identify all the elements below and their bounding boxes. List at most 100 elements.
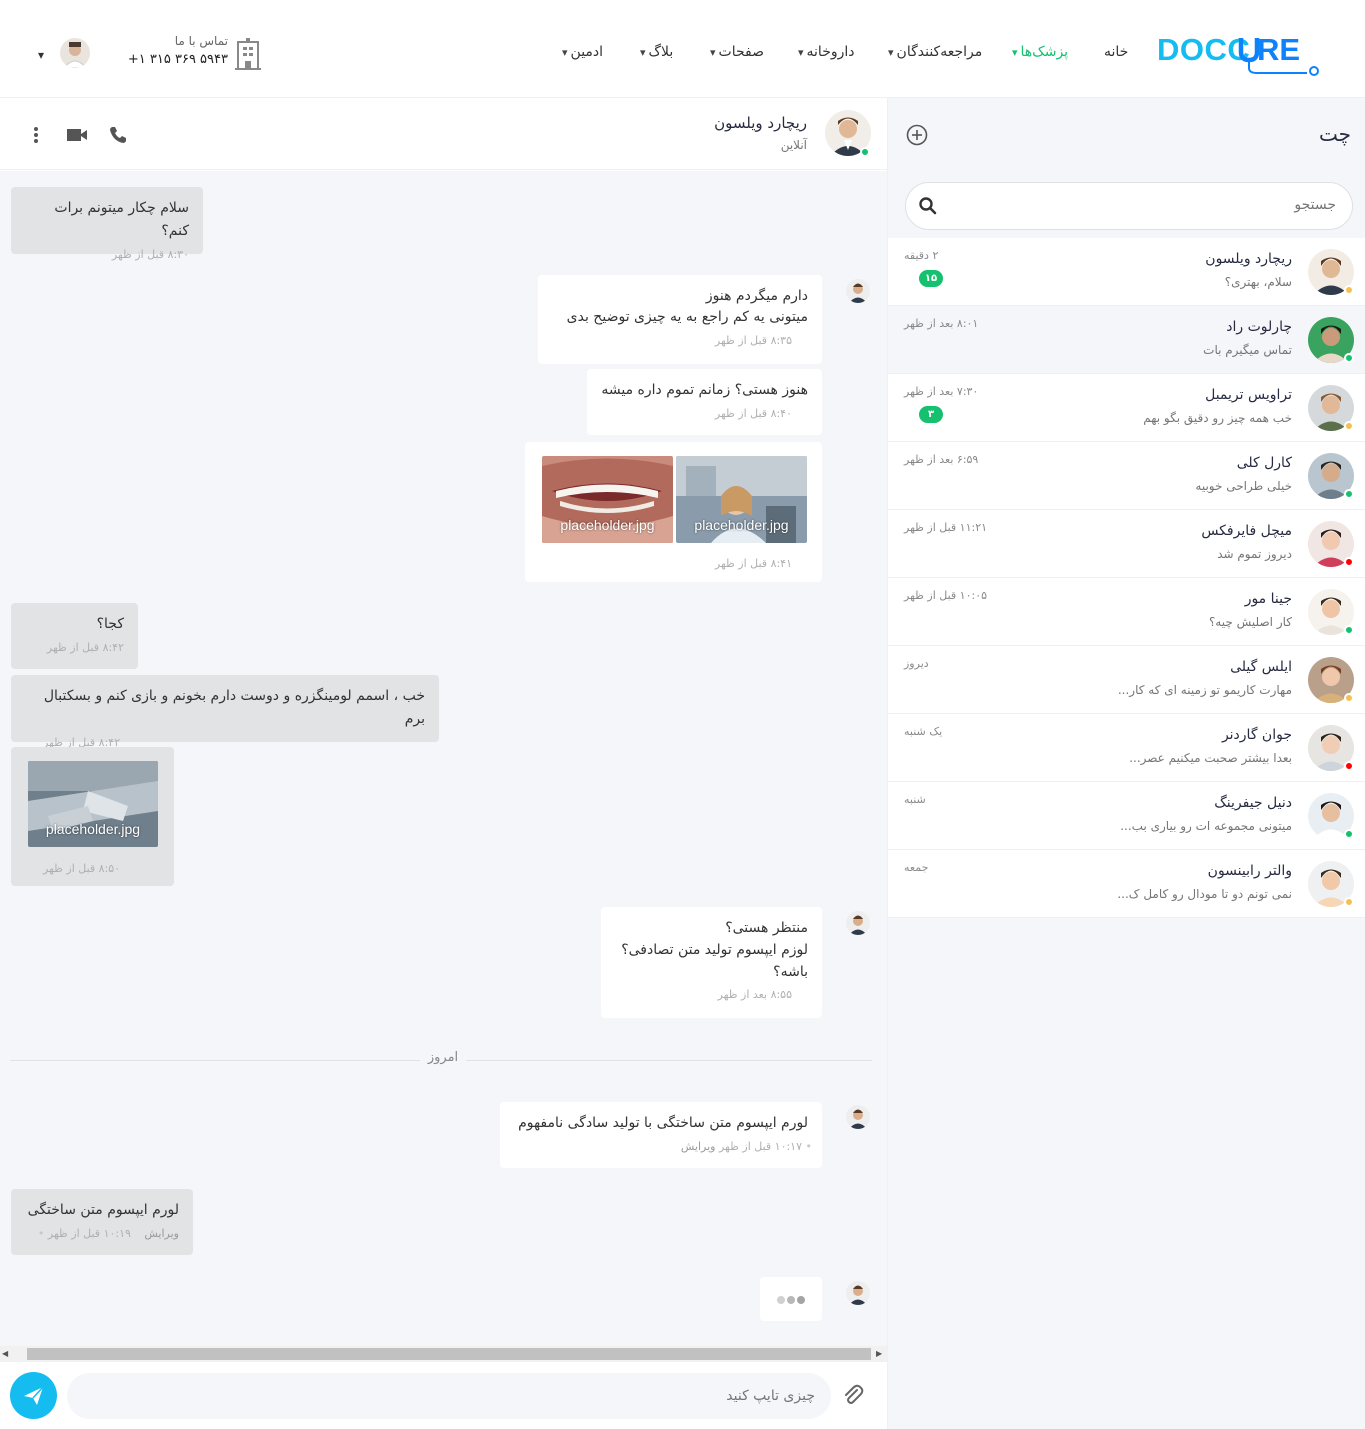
horizontal-scrollbar[interactable]: ◀ ▶ bbox=[0, 1346, 887, 1362]
contact-name: ایلس گیلی bbox=[1230, 659, 1292, 675]
message-time: ۸:۳۵ قبل از ظهر bbox=[714, 334, 792, 347]
paperclip-icon[interactable] bbox=[842, 1384, 864, 1406]
nav-patients[interactable]: مراجعه‌کنندگان▾ bbox=[888, 44, 982, 60]
contact-name: کارل کلی bbox=[1236, 455, 1292, 471]
status-dot-icon: • bbox=[37, 1227, 45, 1240]
presence-dot bbox=[1344, 489, 1354, 499]
message-input[interactable] bbox=[67, 1373, 831, 1419]
presence-dot bbox=[1344, 353, 1354, 363]
unread-badge: ۱۵ bbox=[919, 270, 943, 287]
presence-dot bbox=[1344, 557, 1354, 567]
message-time: ۱۰:۱۹ قبل از ظهر bbox=[47, 1227, 131, 1240]
contact-list: ریچارد ویلسون سلام، بهتری؟ ۲ دقیقه ۱۵ چارلوت… bbox=[888, 238, 1365, 918]
chat-list-panel: چت ریچارد ویلسون سلام، بهتری؟ ۲ دقیقه ۱۵ چار… bbox=[887, 98, 1365, 1429]
phone-icon[interactable] bbox=[108, 125, 128, 145]
contact-name: ریچارد ویلسون bbox=[1205, 251, 1292, 267]
message-text: هنوز هستی؟ زمانم تموم داره میشه bbox=[601, 382, 808, 398]
contact-last-message: میتونی مجموعه ات رو بیاری بب... bbox=[1120, 819, 1292, 833]
attachment-image[interactable]: placeholder.jpg bbox=[676, 456, 807, 543]
contact-last-message: خب همه چیز رو دقیق بگو بهم bbox=[1143, 411, 1292, 425]
doccure-logo[interactable]: DOCC RE bbox=[1157, 30, 1323, 80]
scroll-left-arrow-icon[interactable]: ◀ bbox=[2, 1349, 8, 1358]
scroll-right-arrow-icon[interactable]: ▶ bbox=[876, 1349, 882, 1358]
image-filename: placeholder.jpg bbox=[45, 821, 141, 837]
sender-avatar bbox=[846, 911, 870, 935]
nav-admin[interactable]: ادمین▾ bbox=[562, 44, 603, 60]
contact-last-message: نمی تونم دو تا مودال رو کامل ک... bbox=[1117, 887, 1292, 901]
chat-list-item[interactable]: ایلس گیلی مهارت کاریمو تو زمینه ای که کار… bbox=[888, 646, 1365, 714]
hospital-icon bbox=[235, 38, 261, 70]
contact-name: میچل فایرفکس bbox=[1201, 523, 1292, 539]
chat-list-item[interactable]: کارل کلی خیلی طراحی خوبیه ۶:۵۹ بعد از ظهر bbox=[888, 442, 1365, 510]
chat-list-item[interactable]: ریچارد ویلسون سلام، بهتری؟ ۲ دقیقه ۱۵ bbox=[888, 238, 1365, 306]
presence-dot bbox=[1344, 625, 1354, 635]
contact-last-message: بعدا بیشتر صحبت میکنیم عصر... bbox=[1129, 751, 1292, 765]
more-options-icon[interactable] bbox=[32, 125, 40, 145]
chat-list-item[interactable]: میچل فایرفکس دیروز تموم شد ۱۱:۲۱ قبل از ظه… bbox=[888, 510, 1365, 578]
contact-name: جوان گاردنر bbox=[1221, 727, 1292, 743]
contact-phone[interactable]: +۱ ۳۱۵ ۳۶۹ ۵۹۴۳ bbox=[118, 52, 228, 67]
edit-message-link[interactable]: ویرایش bbox=[144, 1227, 179, 1240]
nav-pages[interactable]: صفحات▾ bbox=[710, 44, 764, 60]
attachment-image[interactable]: placeholder.jpg bbox=[28, 761, 158, 847]
scrollbar-thumb[interactable] bbox=[27, 1348, 871, 1360]
top-header: DOCC RE خانه پزشک‌ها▾ مراجعه‌کنندگان▾ دا… bbox=[0, 0, 1365, 98]
send-button[interactable] bbox=[10, 1372, 57, 1419]
message-bubble-received: دارم میگردم هنوز میتونی یه کم راجع به یه… bbox=[538, 275, 822, 364]
chat-contact-status: آنلاین bbox=[780, 138, 807, 152]
contact-time: ۶:۵۹ بعد از ظهر bbox=[904, 453, 979, 466]
contact-time: ۱۱:۲۱ قبل از ظهر bbox=[904, 521, 988, 534]
message-bubble-received: منتظر هستی؟ لوزم ایپسوم تولید متن تصادفی… bbox=[601, 907, 822, 1018]
video-call-icon[interactable] bbox=[66, 125, 88, 145]
presence-dot bbox=[1344, 761, 1354, 771]
user-avatar[interactable] bbox=[60, 38, 90, 68]
chat-list-item[interactable]: تراویس تریمبل خب همه چیز رو دقیق بگو بهم ۷… bbox=[888, 374, 1365, 442]
nav-blog[interactable]: بلاگ▾ bbox=[640, 44, 673, 60]
image-filename: placeholder.jpg bbox=[694, 517, 789, 533]
online-status-dot bbox=[860, 147, 870, 157]
chat-list-item[interactable]: چارلوت راد تماس میگیرم بات ۸:۰۱ بعد از ظهر bbox=[888, 306, 1365, 374]
chevron-down-icon: ▾ bbox=[1012, 46, 1018, 59]
search-input[interactable] bbox=[956, 197, 1336, 213]
contact-last-message: کار اصلیش چیه؟ bbox=[1208, 615, 1292, 629]
chat-footer bbox=[0, 1362, 887, 1429]
message-time: ۸:۴۰ قبل از ظهر bbox=[714, 407, 792, 420]
presence-dot bbox=[1344, 421, 1354, 431]
message-time: ۸:۴۲ قبل از ظهر bbox=[46, 641, 124, 654]
search-box bbox=[905, 182, 1353, 230]
contact-time: ۷:۳۰ بعد از ظهر bbox=[904, 385, 979, 398]
nav-home[interactable]: خانه bbox=[1104, 44, 1128, 60]
contact-time: جمعه bbox=[904, 861, 929, 874]
search-icon[interactable] bbox=[918, 196, 938, 216]
contact-time: ۱۰:۰۵ قبل از ظهر bbox=[904, 589, 988, 602]
chat-list-item[interactable]: دنیل جیفرینگ میتونی مجموعه ات رو بیاری بب… bbox=[888, 782, 1365, 850]
nav-doctors[interactable]: پزشک‌ها▾ bbox=[1012, 44, 1068, 60]
message-time: ۱۰:۱۷ قبل از ظهر bbox=[718, 1140, 802, 1153]
contact-time: دیروز bbox=[904, 657, 929, 670]
user-menu-chevron-icon[interactable]: ▾ bbox=[38, 48, 44, 62]
presence-dot bbox=[1344, 829, 1354, 839]
message-bubble-sent: سلام چکار میتونم برات کنم؟ ۸:۳۰ قبل از ظ… bbox=[11, 187, 203, 261]
chat-list-item[interactable]: جوان گاردنر بعدا بیشتر صحبت میکنیم عصر...… bbox=[888, 714, 1365, 782]
contact-last-message: سلام، بهتری؟ bbox=[1224, 275, 1292, 289]
sender-avatar bbox=[846, 1105, 870, 1129]
message-text: منتظر هستی؟ bbox=[725, 920, 808, 936]
add-chat-icon[interactable] bbox=[906, 124, 928, 146]
message-text: لورم ایپسوم متن ساختگی bbox=[27, 1202, 179, 1218]
contact-name: دنیل جیفرینگ bbox=[1214, 795, 1292, 811]
nav-pharmacy[interactable]: داروخانه▾ bbox=[798, 44, 855, 60]
attachment-image[interactable]: placeholder.jpg bbox=[542, 456, 673, 543]
message-text: میتونی یه کم راجع به یه چیزی توضیح بدی bbox=[566, 309, 808, 325]
message-text: خب ، اسمم لومینگزره و دوست دارم بخونم و … bbox=[43, 688, 425, 727]
chat-list-item[interactable]: جینا مور کار اصلیش چیه؟ ۱۰:۰۵ قبل از ظهر bbox=[888, 578, 1365, 646]
contact-time: شنبه bbox=[904, 793, 926, 806]
contact-name: تراویس تریمبل bbox=[1205, 387, 1292, 403]
date-divider-label: امروز bbox=[420, 1050, 466, 1065]
chevron-down-icon: ▾ bbox=[640, 46, 646, 59]
status-dot-icon: • bbox=[805, 1140, 813, 1153]
contact-time: یک شنبه bbox=[904, 725, 943, 738]
contact-last-message: تماس میگیرم بات bbox=[1203, 343, 1292, 357]
chat-title: چت bbox=[1318, 122, 1351, 146]
edit-message-link[interactable]: ویرایش bbox=[681, 1140, 716, 1153]
chat-list-item[interactable]: والتر رابینسون نمی تونم دو تا مودال رو کا… bbox=[888, 850, 1365, 918]
